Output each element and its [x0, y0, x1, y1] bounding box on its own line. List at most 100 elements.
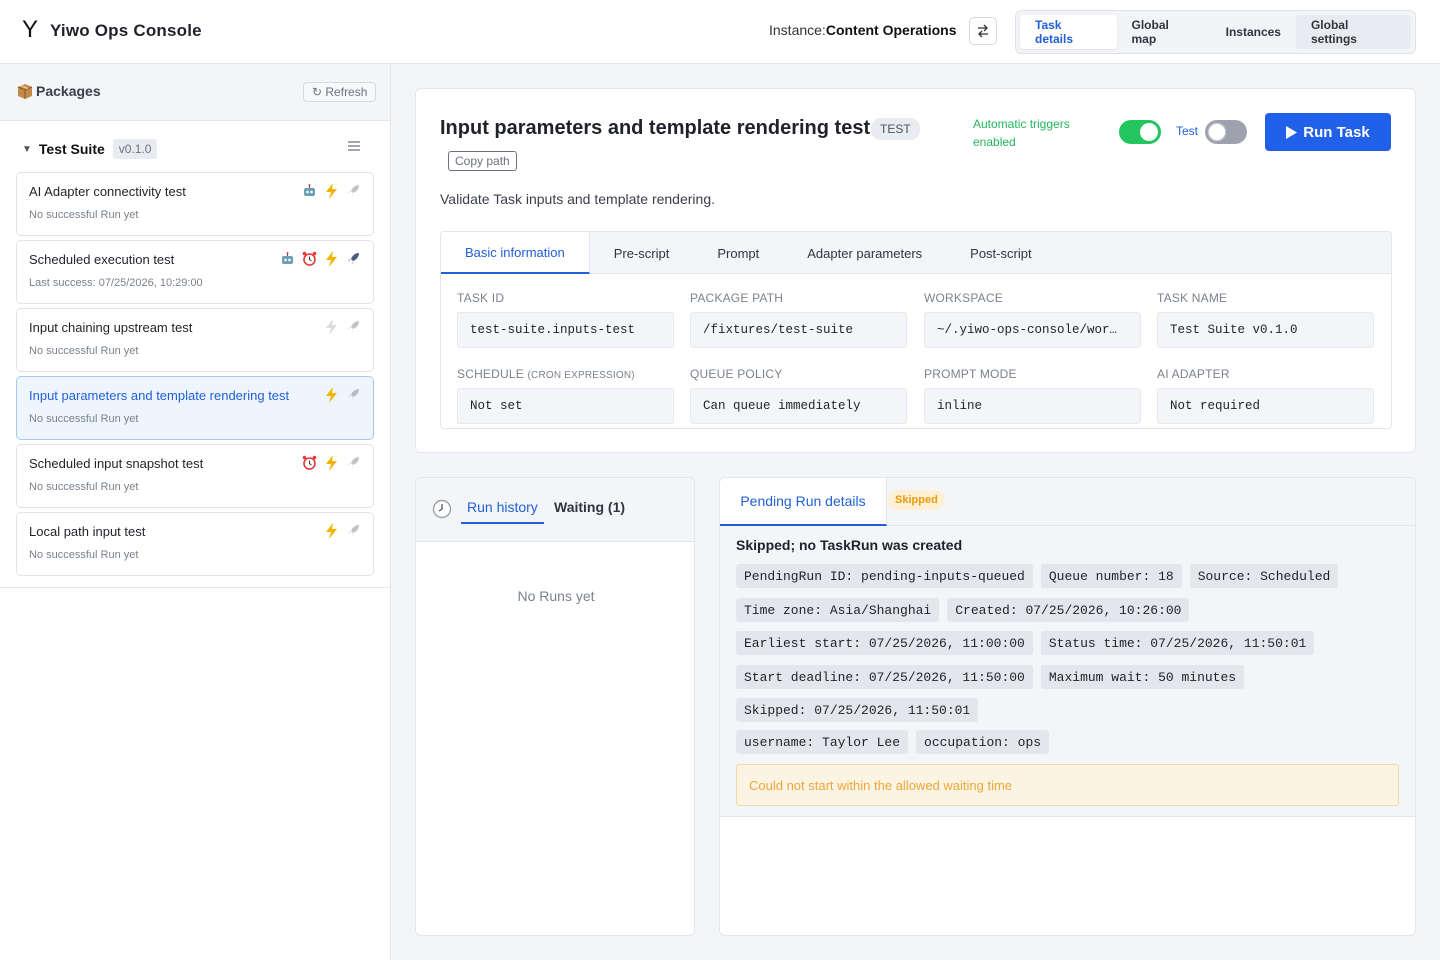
detail-chip: username: Taylor Lee [736, 730, 909, 754]
collapse-triangle-icon[interactable]: ▼ [22, 144, 32, 155]
robot-icon [279, 250, 296, 267]
nav-global-settings[interactable]: Global settings [1295, 15, 1411, 49]
tab-basic-information[interactable]: Basic information [441, 232, 590, 274]
rocket-icon [345, 182, 362, 199]
detail-chip-row: PendingRun ID: pending-inputs-queued Que… [736, 564, 1339, 588]
task-item-name: Scheduled input snapshot test [29, 456, 204, 471]
task-description: Validate Task inputs and template render… [440, 191, 715, 207]
suite-version-badge: v0.1.0 [112, 139, 158, 159]
packages-title: Packages [16, 82, 101, 100]
task-item-status: No successful Run yet [29, 481, 139, 493]
detail-chip: Queue number: 18 [1040, 564, 1182, 588]
task-item-scheduled-execution[interactable]: Scheduled execution test Last success: 0… [16, 240, 374, 304]
task-item-status: No successful Run yet [29, 549, 139, 561]
suite-name: Test Suite [38, 141, 105, 157]
field-value: Can queue immediately [690, 388, 907, 424]
nav-global-map[interactable]: Global map [1117, 15, 1211, 49]
task-item-name: Scheduled execution test [29, 252, 175, 267]
nav-instances[interactable]: Instances [1211, 15, 1296, 49]
task-item-status: No successful Run yet [29, 345, 139, 357]
task-item-name: Input parameters and template rendering … [29, 388, 290, 403]
detail-chip: Maximum wait: 50 minutes [1040, 665, 1245, 689]
app-title: Yiwo Ops Console [50, 21, 202, 40]
status-badge: Skipped [888, 490, 945, 510]
tab-adapter-parameters[interactable]: Adapter parameters [783, 232, 946, 274]
field-package-path: PACKAGE PATH /fixtures/test-suite [690, 291, 907, 348]
app-header: Y Yiwo Ops Console Instance:Content Oper… [0, 0, 1440, 64]
field-workspace: WORKSPACE ~/.yiwo-ops-console/wor… [924, 291, 1141, 348]
toggle-knob [1208, 123, 1226, 141]
packages-header: Packages ↻ Refresh [0, 64, 390, 121]
rocket-icon [345, 522, 362, 539]
task-info-panel: Basic information Pre-script Prompt Adap… [440, 231, 1392, 429]
tab-prompt[interactable]: Prompt [693, 232, 783, 274]
field-prompt-mode: PROMPT MODE inline [924, 367, 1141, 424]
detail-chip-row: Earliest start: 07/25/2026, 11:00:00 Sta… [736, 631, 1315, 655]
tab-pre-script[interactable]: Pre-script [590, 232, 694, 274]
rocket-icon [345, 318, 362, 335]
nav-task-details[interactable]: Task details [1020, 15, 1117, 49]
alarm-clock-icon [301, 454, 318, 471]
field-value: inline [924, 388, 1141, 424]
field-queue-policy: QUEUE POLICY Can queue immediately [690, 367, 907, 424]
robot-icon [301, 182, 318, 199]
detail-chip: occupation: ops [916, 730, 1050, 754]
field-label: AI ADAPTER [1157, 367, 1230, 381]
clock-icon [432, 499, 452, 519]
field-task-id: TASK ID test-suite.inputs-test [457, 291, 674, 348]
task-item-name: AI Adapter connectivity test [29, 184, 186, 199]
instance-indicator: Instance:Content Operations [769, 22, 957, 38]
task-item-input-chaining[interactable]: Input chaining upstream test No successf… [16, 308, 374, 372]
tab-post-script[interactable]: Post-script [946, 232, 1055, 274]
field-value: /fixtures/test-suite [690, 312, 907, 348]
rocket-icon [345, 454, 362, 471]
pending-run-header: Pending Run details Skipped [720, 478, 1415, 526]
detail-chip: PendingRun ID: pending-inputs-queued [736, 564, 1033, 588]
task-item-ai-adapter[interactable]: AI Adapter connectivity test No successf… [16, 172, 374, 236]
app-logo: Y [22, 16, 39, 43]
task-item-status: No successful Run yet [29, 209, 139, 221]
field-ai-adapter: AI ADAPTER Not required [1157, 367, 1374, 424]
empty-runs-message: No Runs yet [517, 588, 595, 604]
test-mode-label: Test [1176, 124, 1199, 138]
task-item-name: Local path input test [29, 524, 146, 539]
packages-title-text: Packages [36, 83, 101, 99]
refresh-button[interactable]: ↻ Refresh [303, 82, 377, 102]
run-history-header: Run history Waiting (1) [416, 478, 694, 542]
rocket-icon [345, 250, 362, 267]
tab-run-history[interactable]: Run history [461, 499, 544, 524]
task-item-status: No successful Run yet [29, 413, 139, 425]
lightning-icon [323, 386, 340, 403]
field-task-name: TASK NAME Test Suite v0.1.0 [1157, 291, 1374, 348]
field-label: PROMPT MODE [924, 367, 1017, 381]
play-icon [1286, 125, 1298, 139]
suite-header[interactable]: ▼ Test Suite v0.1.0 [22, 139, 367, 159]
test-badge: TEST [871, 118, 920, 140]
run-task-button[interactable]: Run Task [1265, 113, 1391, 151]
switch-instance-button[interactable] [969, 17, 997, 45]
field-label: SCHEDULE (CRON EXPRESSION) [457, 367, 674, 381]
field-label-note: (CRON EXPRESSION) [527, 370, 635, 381]
suite-menu-icon[interactable] [348, 141, 360, 151]
task-item-local-path[interactable]: Local path input test No successful Run … [16, 512, 374, 576]
task-title: Input parameters and template rendering … [440, 117, 871, 139]
rocket-icon [345, 386, 362, 403]
detail-chip-row: Skipped: 07/25/2026, 11:50:01 [736, 698, 979, 722]
test-mode-toggle[interactable] [1205, 120, 1247, 144]
auto-triggers-label: Automatic triggers enabled [973, 117, 1070, 149]
instance-name: Content Operations [825, 22, 957, 38]
field-value: Not set [457, 388, 674, 424]
pending-run-panel: Pending Run details Skipped Skipped; no … [719, 477, 1416, 936]
tab-pending-run-details[interactable]: Pending Run details [720, 478, 887, 526]
field-label-text: SCHEDULE [457, 367, 524, 381]
task-info-tabs: Basic information Pre-script Prompt Adap… [441, 232, 1391, 274]
tab-waiting[interactable]: Waiting (1) [554, 499, 625, 515]
task-item-name: Input chaining upstream test [29, 320, 193, 335]
task-detail-card: Input parameters and template rendering … [415, 88, 1416, 453]
instance-label: Instance: [769, 22, 826, 38]
copy-path-button[interactable]: Copy path [448, 151, 517, 171]
task-item-scheduled-input-snapshot[interactable]: Scheduled input snapshot test No success… [16, 444, 374, 508]
auto-triggers-toggle[interactable] [1119, 120, 1161, 144]
task-item-input-parameters[interactable]: Input parameters and template rendering … [16, 376, 374, 440]
top-nav: Task details Global map Instances Global… [1015, 10, 1416, 54]
